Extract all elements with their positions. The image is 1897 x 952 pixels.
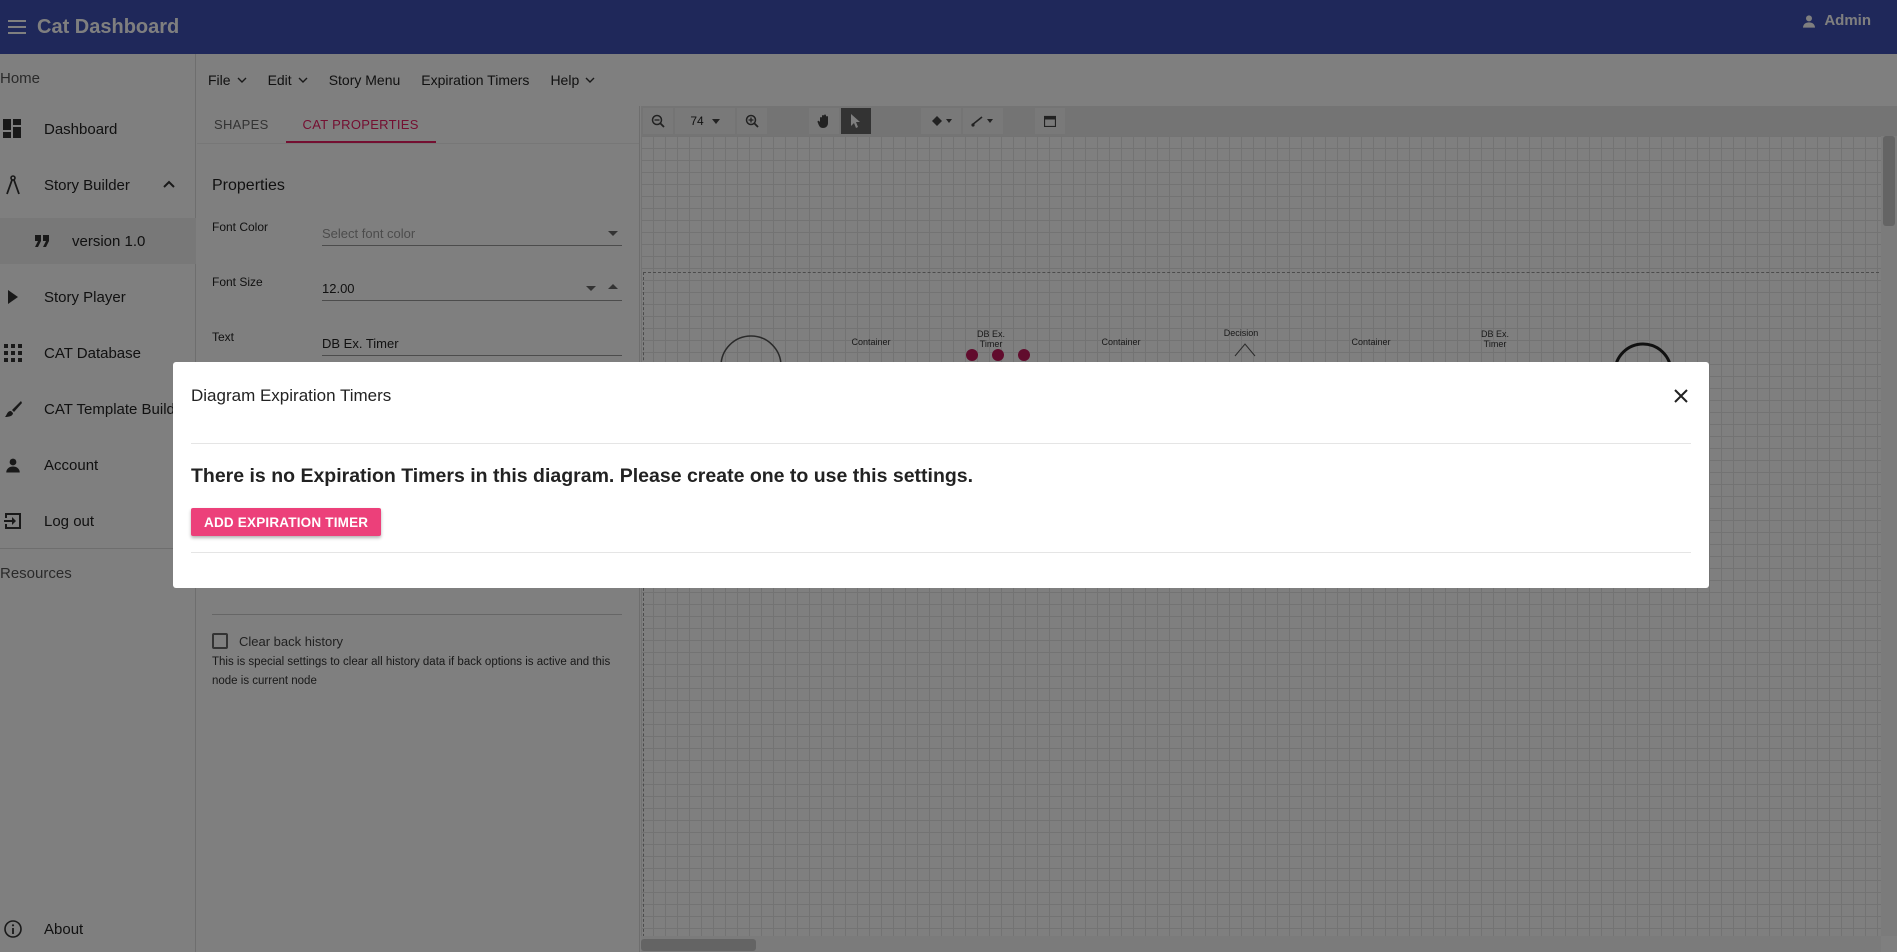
close-icon[interactable]	[1671, 386, 1691, 406]
expiration-timers-dialog: Diagram Expiration Timers There is no Ex…	[173, 362, 1709, 588]
dialog-message: There is no Expiration Timers in this di…	[191, 465, 974, 487]
dialog-title: Diagram Expiration Timers	[191, 386, 392, 405]
app-root: Cat Dashboard Admin Home Dashboard Story…	[0, 0, 1897, 952]
dialog-header: Diagram Expiration Timers	[191, 362, 1691, 444]
dialog-body: There is no Expiration Timers in this di…	[191, 444, 1691, 553]
add-expiration-timer-button[interactable]: ADD EXPIRATION TIMER	[191, 508, 382, 536]
